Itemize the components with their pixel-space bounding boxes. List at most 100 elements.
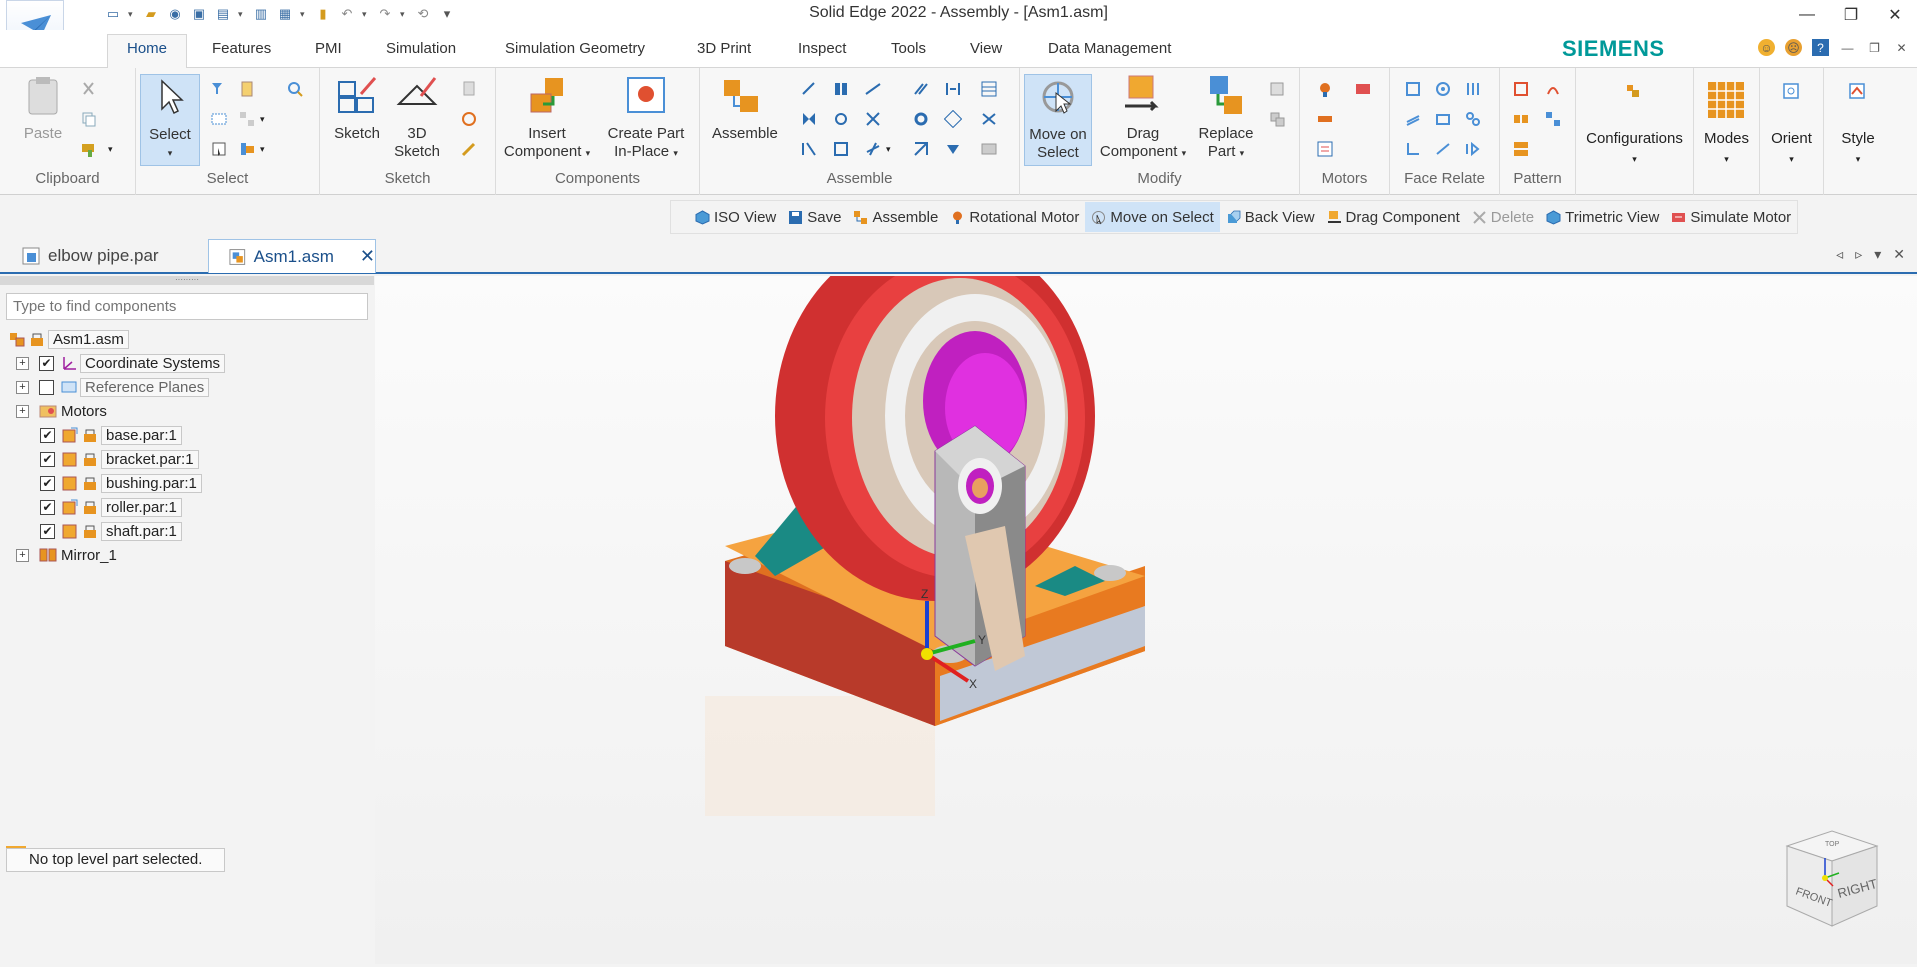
iso-view-command[interactable]: ISO View bbox=[689, 202, 782, 232]
tab-list-icon[interactable]: ▾ bbox=[1874, 246, 1881, 263]
select-connected-icon[interactable] bbox=[238, 110, 256, 128]
move-on-select-command[interactable]: Move on Select bbox=[1085, 202, 1220, 232]
select-small-icon[interactable] bbox=[210, 140, 228, 158]
create-part-in-place-button[interactable]: Create Part In-Place ▾ bbox=[600, 74, 692, 162]
orient-group[interactable]: Orient ▾ bbox=[1760, 68, 1824, 195]
concentric-icon[interactable] bbox=[1434, 80, 1452, 98]
restore-button[interactable]: ❐ bbox=[1829, 0, 1873, 30]
rigid-face-icon[interactable] bbox=[1464, 140, 1482, 158]
select-part-icon[interactable] bbox=[238, 140, 256, 158]
drag-component-button[interactable]: Drag Component ▾ bbox=[1098, 74, 1188, 162]
doc-minimize-icon[interactable]: — bbox=[1839, 39, 1856, 56]
tree-root[interactable]: Asm1.asm bbox=[8, 328, 129, 350]
assemble-command[interactable]: Assemble bbox=[847, 202, 944, 232]
doc-close-icon[interactable]: ✕ bbox=[1893, 39, 1910, 56]
select-tools-icon[interactable] bbox=[210, 80, 228, 98]
select-connected-dropdown-icon[interactable]: ▾ bbox=[260, 114, 265, 125]
tree-item-shaft[interactable]: ✔ shaft.par:1 bbox=[40, 520, 182, 542]
delete-command[interactable]: Delete bbox=[1466, 202, 1540, 232]
parallel-face-icon[interactable] bbox=[1404, 110, 1422, 128]
symmetric-icon[interactable] bbox=[1464, 80, 1482, 98]
tab-simulation-geometry[interactable]: Simulation Geometry bbox=[505, 40, 645, 57]
flip-icon[interactable] bbox=[944, 140, 962, 158]
angle-icon[interactable] bbox=[864, 110, 882, 128]
match-coordinate-icon[interactable] bbox=[912, 140, 930, 158]
tab-simulation[interactable]: Simulation bbox=[386, 40, 456, 57]
minimize-button[interactable]: — bbox=[1785, 0, 1829, 30]
path-icon[interactable] bbox=[800, 140, 818, 158]
graphics-viewport[interactable]: Z Y X FRONT RIGHT TOP bbox=[375, 231, 1917, 964]
format-painter-icon[interactable] bbox=[80, 140, 98, 158]
gear-icon[interactable] bbox=[912, 110, 930, 128]
pathfinder-resize-grip[interactable]: ········· bbox=[0, 276, 374, 285]
expand-icon[interactable]: + bbox=[16, 548, 29, 562]
doc-restore-icon[interactable]: ❐ bbox=[1866, 39, 1883, 56]
tangent-face-icon[interactable] bbox=[1434, 110, 1452, 128]
doc-tab-elbow-pipe[interactable]: elbow pipe.par bbox=[2, 239, 202, 273]
visibility-checkbox[interactable]: ✔ bbox=[39, 355, 54, 371]
expand-icon[interactable]: + bbox=[16, 404, 29, 418]
tree-item-base[interactable]: ✔ base.par:1 bbox=[40, 424, 182, 446]
visibility-checkbox[interactable] bbox=[39, 379, 54, 395]
tab-home[interactable]: Home bbox=[127, 40, 167, 57]
visibility-checkbox[interactable]: ✔ bbox=[40, 475, 55, 491]
tab-data-management[interactable]: Data Management bbox=[1048, 40, 1171, 57]
project-to-sketch-icon[interactable] bbox=[460, 80, 478, 98]
configurations-group[interactable]: Configurations ▾ bbox=[1576, 68, 1694, 195]
view-cube[interactable]: FRONT RIGHT TOP bbox=[1777, 826, 1887, 936]
insert-component-button[interactable]: Insert Component ▾ bbox=[502, 74, 592, 162]
tree-item-bracket[interactable]: ✔ bracket.par:1 bbox=[40, 448, 199, 470]
visibility-checkbox[interactable]: ✔ bbox=[40, 427, 55, 443]
close-button[interactable]: ✕ bbox=[1873, 0, 1917, 30]
coplanar-icon[interactable] bbox=[1404, 80, 1422, 98]
equal-radius-icon[interactable] bbox=[1464, 110, 1482, 128]
style-group[interactable]: Style ▾ bbox=[1824, 68, 1892, 195]
find-icon[interactable] bbox=[286, 80, 304, 98]
tab-pmi[interactable]: PMI bbox=[315, 40, 342, 57]
tangent-icon[interactable] bbox=[944, 110, 962, 128]
tab-tools[interactable]: Tools bbox=[891, 40, 926, 57]
tree-item-motors[interactable]: + Motors bbox=[16, 400, 107, 422]
help-icon[interactable]: ? bbox=[1812, 39, 1829, 56]
grid-icon[interactable] bbox=[980, 80, 998, 98]
close-all-tabs-icon[interactable]: ✕ bbox=[1893, 246, 1905, 263]
modes-group[interactable]: Modes ▾ bbox=[1694, 68, 1760, 195]
assembly-model[interactable]: Z Y X bbox=[375, 231, 1917, 964]
rotational-motor-command[interactable]: Rotational Motor bbox=[944, 202, 1085, 232]
tab-features[interactable]: Features bbox=[212, 40, 271, 57]
tab-scroll-left-icon[interactable]: ◃ bbox=[1836, 246, 1843, 263]
mate-icon[interactable] bbox=[800, 80, 818, 98]
motor-properties-icon[interactable] bbox=[1316, 140, 1334, 158]
insert-icon[interactable] bbox=[800, 110, 818, 128]
tree-item-roller[interactable]: ✔ roller.par:1 bbox=[40, 496, 182, 518]
tab-inspect[interactable]: Inspect bbox=[798, 40, 846, 57]
simulate-motor-icon[interactable] bbox=[1354, 80, 1372, 98]
relationship-assistant-icon[interactable] bbox=[980, 140, 998, 158]
tree-item-coordinate-systems[interactable]: + ✔ Coordinate Systems bbox=[16, 352, 226, 374]
tree-item-bushing[interactable]: ✔ bushing.par:1 bbox=[40, 472, 202, 494]
expand-icon[interactable]: + bbox=[16, 380, 29, 394]
visibility-checkbox[interactable]: ✔ bbox=[40, 451, 55, 467]
drag-component-command[interactable]: Drag Component bbox=[1321, 202, 1466, 232]
select-part-dropdown-icon[interactable]: ▾ bbox=[260, 144, 265, 155]
tab-scroll-right-icon[interactable]: ▹ bbox=[1855, 246, 1862, 263]
frown-feedback-icon[interactable]: ☹ bbox=[1785, 39, 1802, 56]
transfer-icon[interactable] bbox=[1268, 80, 1286, 98]
feature-pattern-icon[interactable] bbox=[1512, 140, 1530, 158]
move-on-select-button[interactable]: Move on Select bbox=[1024, 74, 1092, 166]
view-cube-top[interactable]: TOP bbox=[1825, 841, 1840, 848]
visibility-checkbox[interactable]: ✔ bbox=[40, 523, 55, 539]
tree-item-mirror[interactable]: + Mirror_1 bbox=[16, 544, 117, 566]
doc-tab-asm1[interactable]: Asm1.asm ✕ bbox=[208, 239, 376, 273]
select-box-icon[interactable] bbox=[210, 110, 228, 128]
mirror-icon[interactable] bbox=[1544, 80, 1562, 98]
assemble-more-dropdown-icon[interactable]: ▾ bbox=[886, 144, 891, 155]
cut-icon[interactable] bbox=[80, 80, 98, 98]
visibility-checkbox[interactable]: ✔ bbox=[40, 499, 55, 515]
center-plane-icon[interactable] bbox=[944, 80, 962, 98]
replace-part-button[interactable]: Replace Part ▾ bbox=[1196, 74, 1256, 162]
offset-face-icon[interactable] bbox=[1434, 140, 1452, 158]
copy-icon[interactable] bbox=[80, 110, 98, 128]
clipboard-dropdown-icon[interactable]: ▾ bbox=[108, 144, 113, 155]
tab-view[interactable]: View bbox=[970, 40, 1002, 57]
